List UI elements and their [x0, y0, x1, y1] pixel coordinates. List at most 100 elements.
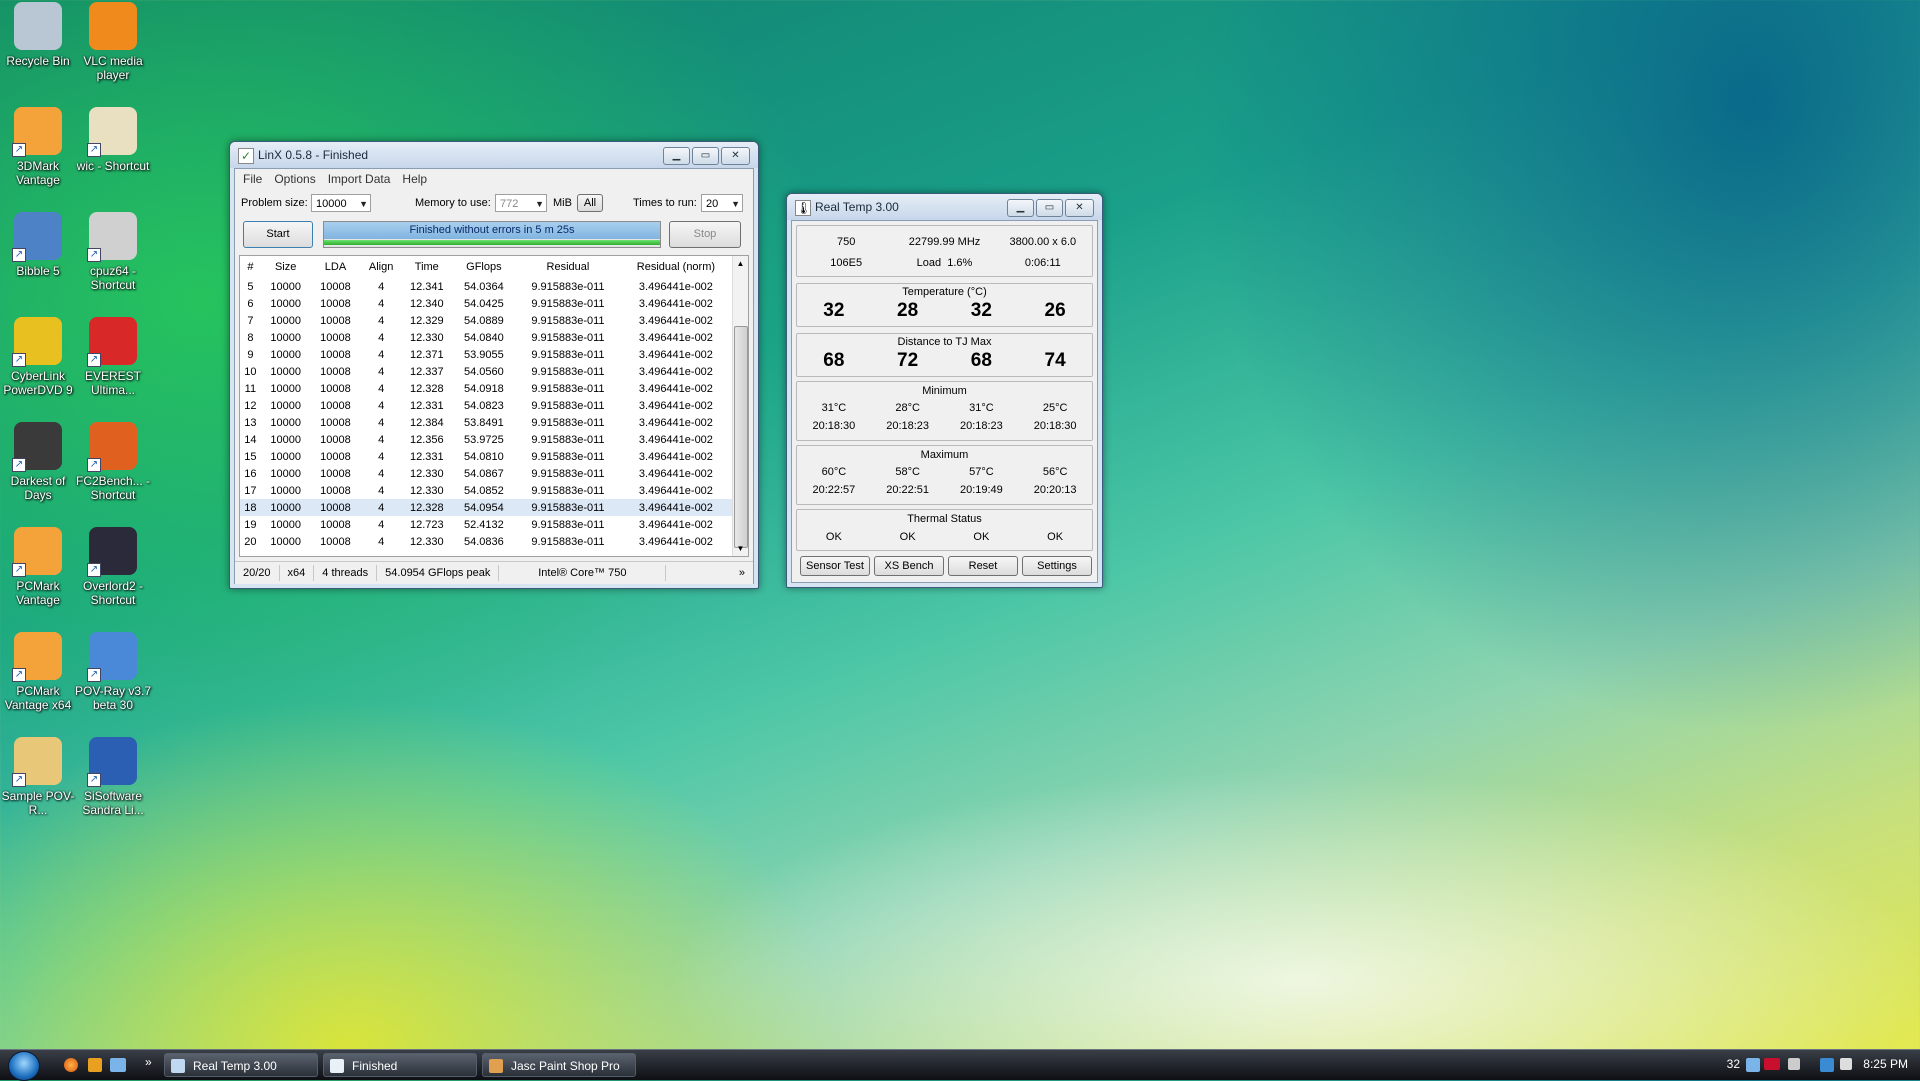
maximize-button[interactable]: ▭ [692, 147, 719, 165]
clock[interactable]: 8:25 PM [1863, 1057, 1908, 1071]
table-row[interactable]: 14 10000 10008 4 12.356 53.9725 9.915883e-011 3… [240, 431, 732, 448]
desktop-icon[interactable]: ↗ cpuz64 - Shortcut [73, 212, 153, 292]
desktop-icon[interactable]: Recycle Bin [0, 2, 78, 68]
column-header[interactable]: Time [402, 256, 452, 278]
memory-combo[interactable]: 772 ▼ [495, 194, 547, 212]
column-header[interactable]: Residual (norm) [620, 256, 732, 278]
connection-icon[interactable] [1820, 1058, 1834, 1072]
taskbar-item-paintshop[interactable]: Jasc Paint Shop Pro [482, 1053, 636, 1077]
scroll-down-icon[interactable]: ▼ [733, 541, 748, 556]
desktop-icon[interactable]: ↗ FC2Bench... - Shortcut [73, 422, 153, 502]
speaker-icon[interactable] [1840, 1058, 1852, 1070]
stop-button[interactable]: Stop [669, 221, 741, 248]
table-row[interactable]: 8 10000 10008 4 12.330 54.0840 9.915883e-011 3.… [240, 329, 732, 346]
desktop-icon[interactable]: ↗ Overlord2 - Shortcut [73, 527, 153, 607]
shortcut-arrow-icon: ↗ [12, 248, 26, 262]
quicklaunch-more-icon[interactable]: » [145, 1055, 152, 1069]
table-row[interactable]: 7 10000 10008 4 12.329 54.0889 9.915883e-011 3.… [240, 312, 732, 329]
scroll-thumb[interactable] [734, 326, 748, 548]
desktop-icon[interactable]: ↗ PCMark Vantage [0, 527, 78, 607]
table-cell: 10000 [270, 467, 301, 480]
table-cell: 10000 [270, 382, 301, 395]
column-header[interactable]: Align [360, 256, 402, 278]
column-header[interactable]: Size [261, 256, 311, 278]
maximize-button[interactable]: ▭ [1036, 199, 1063, 217]
xs-bench-button[interactable]: XS Bench [874, 556, 944, 576]
table-row[interactable]: 17 10000 10008 4 12.330 54.0852 9.915883e-011 3… [240, 482, 732, 499]
problem-size-combo[interactable]: 10000 ▼ [311, 194, 371, 212]
menu-help[interactable]: Help [402, 172, 427, 186]
menu-options[interactable]: Options [274, 172, 315, 186]
sensor-test-button[interactable]: Sensor Test [800, 556, 870, 576]
media-player-icon[interactable] [88, 1058, 102, 1072]
desktop-icon[interactable]: ↗ SiSoftware Sandra Li... [73, 737, 153, 817]
reset-button[interactable]: Reset [948, 556, 1018, 576]
close-button[interactable]: ✕ [721, 147, 750, 165]
desktop-icon[interactable]: ↗ POV-Ray v3.7 beta 30 [73, 632, 153, 712]
firefox-icon[interactable] [64, 1058, 78, 1072]
realtemp-titlebar[interactable]: 🌡 Real Temp 3.00 ▁ ▭ ✕ [787, 194, 1102, 220]
minimize-button[interactable]: ▁ [663, 147, 690, 165]
status-more-icon[interactable]: » [731, 565, 753, 581]
start-button[interactable] [8, 1051, 40, 1081]
taskbar-item-realtemp[interactable]: Real Temp 3.00 [164, 1053, 318, 1077]
minimize-button[interactable]: ▁ [1007, 199, 1034, 217]
desktop-icon[interactable]: VLC media player [73, 2, 153, 82]
ati-icon[interactable] [1764, 1058, 1780, 1070]
table-row[interactable]: 19 10000 10008 4 12.723 52.4132 9.915883e-011 3… [240, 516, 732, 533]
desktop-icon[interactable]: ↗ Darkest of Days [0, 422, 78, 502]
desktop-icon[interactable]: ↗ PCMark Vantage x64 [0, 632, 78, 712]
desktop-icon[interactable]: ↗ EVEREST Ultima... [73, 317, 153, 397]
problem-size-value: 10000 [316, 198, 347, 210]
table-row[interactable]: 9 10000 10008 4 12.371 53.9055 9.915883e-011 3.… [240, 346, 732, 363]
all-button[interactable]: All [577, 194, 603, 212]
desktop-icon[interactable]: ↗ Bibble 5 [0, 212, 78, 278]
menu-file[interactable]: File [243, 172, 262, 186]
linx-titlebar[interactable]: ✓ LinX 0.5.8 - Finished ▁ ▭ ✕ [230, 142, 758, 168]
table-row[interactable]: 15 10000 10008 4 12.331 54.0810 9.915883e-011 3… [240, 448, 732, 465]
realtemp-title: Real Temp 3.00 [815, 200, 899, 214]
start-button[interactable]: Start [243, 221, 313, 248]
table-cell: 4 [378, 450, 385, 463]
desktop-icon[interactable]: ↗ 3DMark Vantage [0, 107, 78, 187]
table-row[interactable]: 10 10000 10008 4 12.337 54.0560 9.915883e-011 3… [240, 363, 732, 380]
table-row[interactable]: 20 10000 10008 4 12.330 54.0836 9.915883e-011 3… [240, 533, 732, 550]
column-header[interactable]: # [240, 256, 261, 278]
core1-min-time: 20:18:23 [886, 420, 930, 432]
network-icon[interactable] [1746, 1058, 1760, 1072]
show-desktop-icon[interactable] [110, 1058, 126, 1072]
core0-distance: 68 [823, 350, 845, 371]
table-cell: 7 [247, 314, 254, 327]
table-cell: 12.330 [409, 484, 444, 497]
table-cell: 4 [378, 416, 385, 429]
scroll-up-icon[interactable]: ▲ [733, 256, 748, 271]
column-header[interactable]: GFlops [452, 256, 516, 278]
table-cell: 9.915883e-011 [531, 518, 605, 531]
taskbar-item-linx[interactable]: Finished [323, 1053, 477, 1077]
desktop-icon[interactable]: ↗ Sample POV-R... [0, 737, 78, 817]
tray-temp[interactable]: 32 [1727, 1057, 1740, 1071]
column-header[interactable]: LDA [311, 256, 361, 278]
desktop-icon[interactable]: ↗ CyberLink PowerDVD 9 [0, 317, 78, 397]
volume-muted-icon[interactable] [1788, 1058, 1800, 1070]
table-row[interactable]: 12 10000 10008 4 12.331 54.0823 9.915883e-011 3… [240, 397, 732, 414]
desktop-icon[interactable]: ↗ wic - Shortcut [73, 107, 153, 173]
linx-app-icon: ✓ [238, 148, 254, 164]
table-cell: 12.341 [409, 280, 444, 293]
close-button[interactable]: ✕ [1065, 199, 1094, 217]
menu-import-data[interactable]: Import Data [328, 172, 391, 186]
table-row[interactable]: 6 10000 10008 4 12.340 54.0425 9.915883e-011 3.… [240, 295, 732, 312]
table-row[interactable]: 5 10000 10008 4 12.341 54.0364 9.915883e-011 3.… [240, 278, 732, 295]
table-cell: 12.384 [409, 416, 444, 429]
column-header[interactable]: Residual [516, 256, 620, 278]
table-row[interactable]: 18 10000 10008 4 12.328 54.0954 9.915883e-011 3… [240, 499, 732, 516]
times-combo[interactable]: 20 ▼ [701, 194, 743, 212]
settings-button[interactable]: Settings [1022, 556, 1092, 576]
table-row[interactable]: 11 10000 10008 4 12.328 54.0918 9.915883e-011 3… [240, 380, 732, 397]
table-row[interactable]: 13 10000 10008 4 12.384 53.8491 9.915883e-011 3… [240, 414, 732, 431]
desktop-icon-label: 3DMark Vantage [16, 159, 60, 187]
table-row[interactable]: 16 10000 10008 4 12.330 54.0867 9.915883e-011 3… [240, 465, 732, 482]
table-cell: 12.371 [409, 348, 444, 361]
vertical-scrollbar[interactable]: ▲ ▼ [732, 256, 748, 556]
taskbar: » Real Temp 3.00 Finished Jasc Paint Sho… [0, 1049, 1920, 1081]
